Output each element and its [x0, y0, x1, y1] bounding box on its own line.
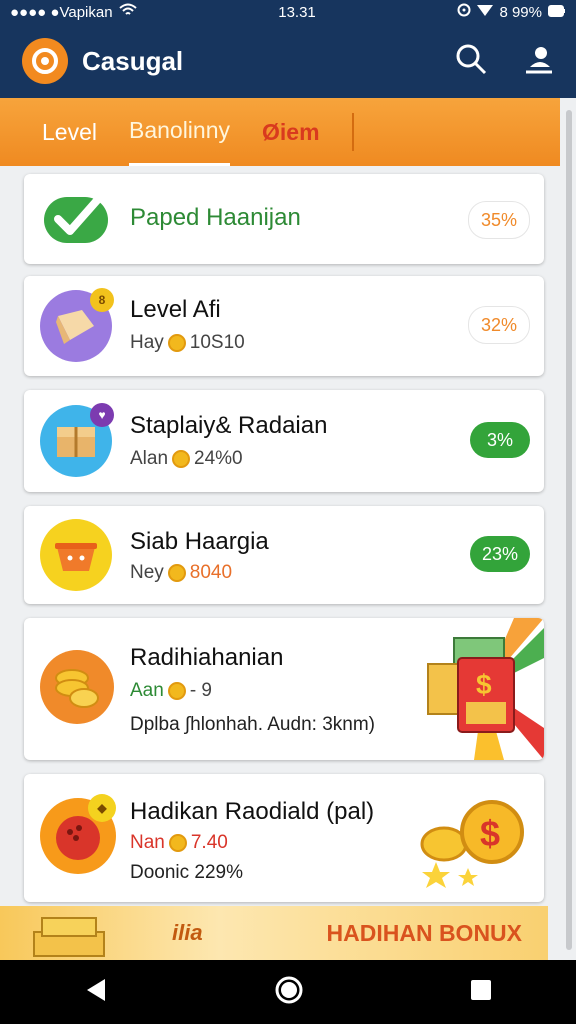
battery-label: 8 99%: [499, 3, 542, 21]
bonus-left-label: ilia: [172, 920, 203, 945]
percent-badge: 35%: [468, 201, 530, 239]
svg-text:$: $: [476, 669, 492, 700]
alarm-icon: [457, 3, 471, 21]
battery-icon: [548, 4, 566, 21]
item-subtitle: Ney 8040: [130, 562, 232, 584]
item-subtitle: Nan 7.40: [130, 832, 228, 854]
subtitle-prefix: Hay: [130, 332, 164, 353]
bonus-title: HADIHAN BONUX: [326, 920, 523, 946]
app-title: Casugal: [82, 45, 184, 76]
list-item[interactable]: Radihiahanian Aan - 9 Dplba ∫hlonhah. Au…: [24, 618, 544, 760]
subtitle-prefix: Nan: [130, 832, 165, 853]
wifi-icon: [118, 3, 137, 21]
bonus-banner[interactable]: ilia HADIHAN BONUX: [0, 906, 548, 960]
subtitle-prefix: Alan: [130, 448, 169, 469]
list-item[interactable]: 8 Level Afi Hay 10S10 32%: [24, 276, 544, 376]
tab-divider: [351, 113, 354, 151]
search-icon[interactable]: [454, 42, 488, 81]
status-bar: ●●●● ●Vapikan 13.31 8 99%: [0, 0, 576, 24]
profile-icon[interactable]: [522, 43, 554, 80]
app-bar: Casugal: [0, 24, 576, 98]
item-title: Siab Haargia: [130, 528, 269, 555]
subtitle-value: - 9: [189, 680, 212, 701]
recents-icon[interactable]: [469, 978, 493, 1007]
item-title: Radihiahanian: [130, 644, 284, 671]
subtitle-value: 24%0: [194, 448, 243, 469]
home-icon[interactable]: [274, 975, 304, 1010]
percent-badge: 32%: [468, 306, 530, 344]
clock: 13.31: [278, 3, 316, 21]
system-nav-bar: [0, 960, 576, 1024]
subtitle-prefix: Ney: [130, 562, 164, 583]
diamond-badge-icon: ◆: [88, 794, 116, 822]
item-subtitle: Hay 10S10: [130, 332, 245, 354]
percent-badge: 3%: [470, 422, 530, 458]
folded-cloth-icon: 8: [40, 288, 114, 362]
list-item[interactable]: Paped Haanijan 35%: [24, 174, 544, 264]
signal-icon: [477, 3, 494, 21]
heart-badge-icon: ♥: [90, 403, 114, 427]
gold-bars-icon: [28, 912, 114, 965]
scrollbar[interactable]: [566, 110, 572, 950]
gift-box-icon: ♥: [40, 403, 114, 477]
svg-text:$: $: [480, 813, 500, 854]
list-item[interactable]: ◆ Hadikan Raodiald (pal) Nan 7.40 Doonic…: [24, 774, 544, 902]
carrier-label: ●●●● ●Vapikan: [10, 3, 113, 21]
coin-icon: [168, 834, 187, 852]
tab-oiem[interactable]: Øiem: [262, 98, 320, 166]
list-item[interactable]: ♥ Staplaiy& Radaian Alan 24%0 3%: [24, 390, 544, 492]
tab-banolinny[interactable]: Banolinny: [128, 98, 231, 166]
basket-icon: [40, 519, 112, 591]
list-item[interactable]: Siab Haargia Ney 8040 23%: [24, 506, 544, 604]
app-logo-icon: [22, 38, 68, 84]
item-detail: Doonic 229%: [130, 862, 244, 883]
subtitle-value: 10S10: [189, 332, 245, 353]
coin-icon: [167, 682, 186, 700]
subtitle-value: 7.40: [190, 832, 228, 853]
item-detail: Dplba ∫hlonhah. Audn: 3knm): [130, 714, 375, 735]
coin-icon: [167, 564, 186, 582]
subtitle-value: 8040: [189, 562, 233, 583]
checkmark-icon: [40, 183, 112, 255]
item-title: Paped Haanijan: [130, 204, 301, 231]
back-icon[interactable]: [83, 977, 109, 1008]
item-subtitle: Aan - 9: [130, 680, 212, 702]
tab-bar: Level Banolinny Øiem: [0, 98, 560, 166]
item-title: Hadikan Raodiald (pal): [130, 798, 375, 825]
item-subtitle: Alan 24%0: [130, 448, 243, 470]
bowling-ball-icon: ◆: [40, 794, 116, 874]
icon-badge: 8: [90, 288, 114, 312]
coin-icon: [167, 334, 186, 352]
coins-stars-icon: $: [416, 790, 536, 894]
money-gift-icon: $: [414, 618, 544, 760]
item-title: Level Afi: [130, 296, 221, 323]
tab-level[interactable]: Level: [42, 98, 97, 166]
coin-icon: [172, 450, 191, 468]
subtitle-prefix: Aan: [130, 680, 164, 701]
item-title: Staplaiy& Radaian: [130, 412, 328, 439]
percent-badge: 23%: [470, 536, 530, 572]
coin-stack-icon: [40, 650, 114, 724]
